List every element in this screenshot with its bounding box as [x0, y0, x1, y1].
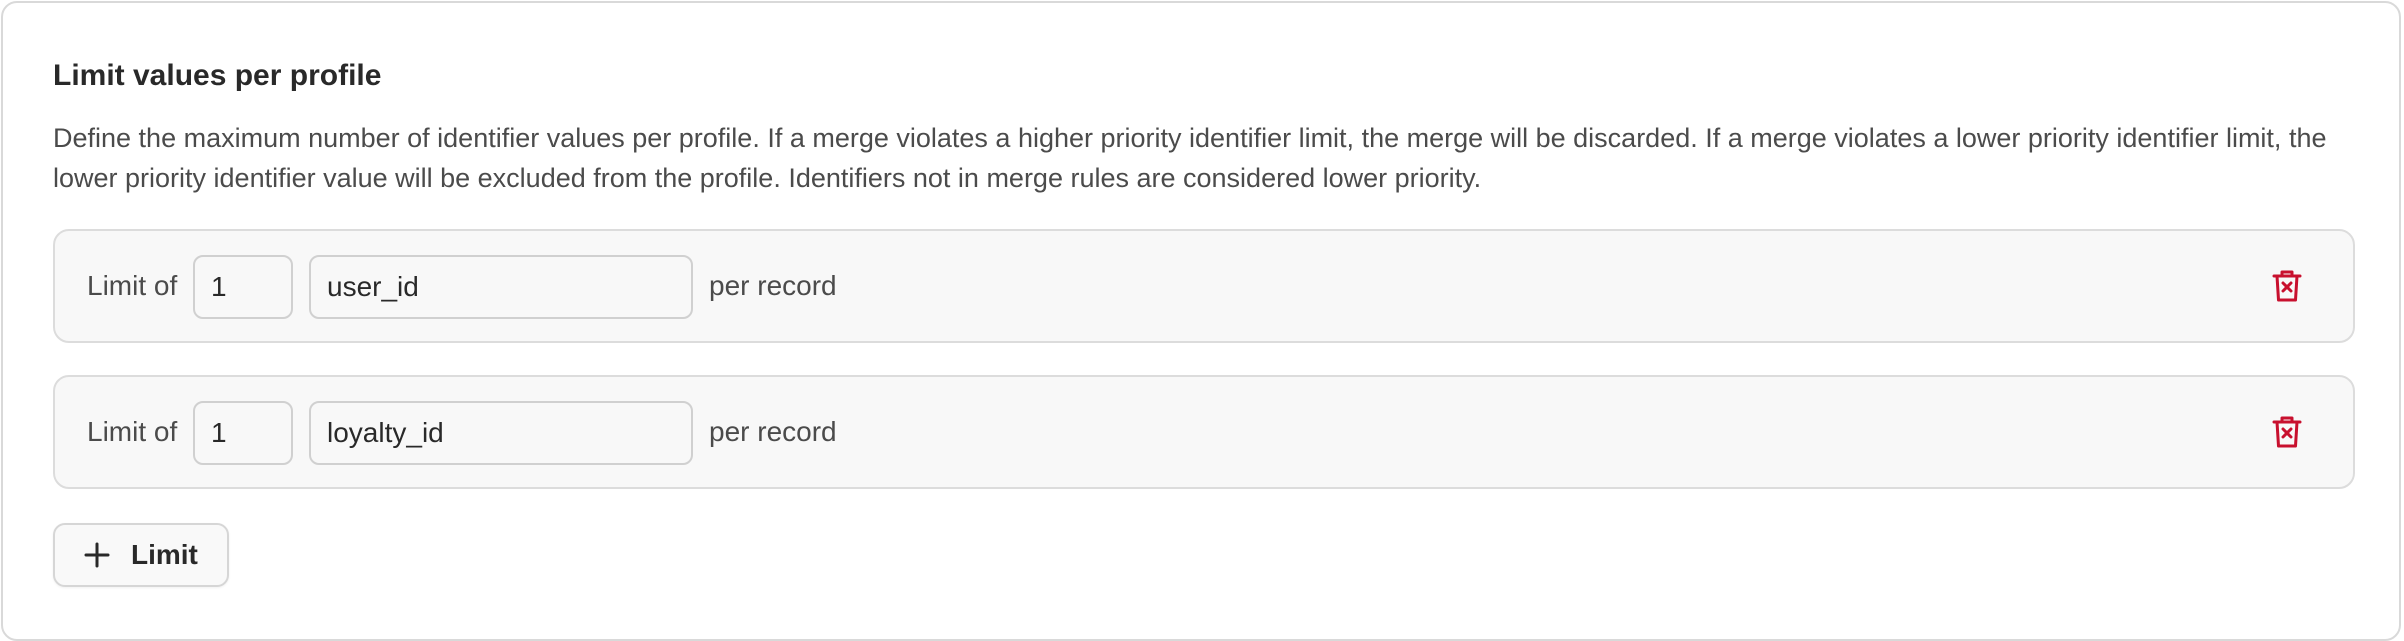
limit-suffix-label: per record [709, 270, 837, 301]
identifier-select[interactable]: user_id [309, 255, 693, 319]
limit-prefix-label: Limit of [87, 416, 178, 447]
section-description: Define the maximum number of identifier … [53, 123, 2327, 193]
plus-icon [84, 542, 110, 568]
limit-suffix-label: per record [709, 416, 837, 447]
add-limit-button[interactable]: Limit [53, 523, 229, 587]
limit-count-input[interactable] [193, 255, 293, 319]
limit-row: Limit of user_id per record [53, 229, 2355, 343]
section-title: Limit values per profile [53, 59, 382, 92]
trash-x-icon [2272, 270, 2302, 302]
add-limit-label: Limit [131, 539, 198, 570]
limit-row: Limit of loyalty_id per record [53, 375, 2355, 489]
delete-limit-button[interactable] [2265, 410, 2309, 454]
limit-count-input[interactable] [193, 401, 293, 465]
limit-values-card: Limit values per profile Define the maxi… [1, 1, 2401, 641]
delete-limit-button[interactable] [2265, 264, 2309, 308]
trash-x-icon [2272, 416, 2302, 448]
limit-prefix-label: Limit of [87, 270, 178, 301]
identifier-select[interactable]: loyalty_id [309, 401, 693, 465]
